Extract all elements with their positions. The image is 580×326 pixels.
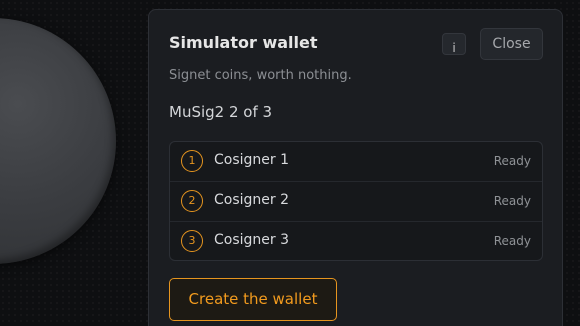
cosigner-row: 1 Cosigner 1 Ready <box>170 142 542 181</box>
create-wallet-button[interactable]: Create the wallet <box>169 278 337 321</box>
simulator-wallet-dialog: Simulator wallet i Close Signet coins, w… <box>148 9 563 326</box>
multisig-scheme-label: MuSig2 2 of 3 <box>169 103 273 121</box>
cosigner-row: 2 Cosigner 2 Ready <box>170 181 542 220</box>
cosigner-name: Cosigner 2 <box>214 192 290 209</box>
hardware-signer-device <box>0 18 116 264</box>
info-button[interactable]: i <box>442 33 466 55</box>
cosigner-name: Cosigner 3 <box>214 231 290 248</box>
app-stage: Simulator wallet i Close Signet coins, w… <box>0 0 580 326</box>
cosigner-number-badge: 2 <box>181 190 203 213</box>
cosigner-status: Ready <box>493 154 531 168</box>
cosigner-list: 1 Cosigner 1 Ready 2 Cosigner 2 Ready 3 … <box>169 141 543 261</box>
cosigner-row: 3 Cosigner 3 Ready <box>170 220 542 260</box>
dialog-subtitle: Signet coins, worth nothing. <box>169 68 352 83</box>
cosigner-number-badge: 1 <box>181 150 203 172</box>
cosigner-status: Ready <box>493 233 531 248</box>
cosigner-status: Ready <box>493 194 531 209</box>
close-button[interactable]: Close <box>480 28 543 60</box>
dialog-title: Simulator wallet <box>169 33 318 52</box>
cosigner-name: Cosigner 1 <box>214 152 290 168</box>
cosigner-number-badge: 3 <box>181 229 203 252</box>
